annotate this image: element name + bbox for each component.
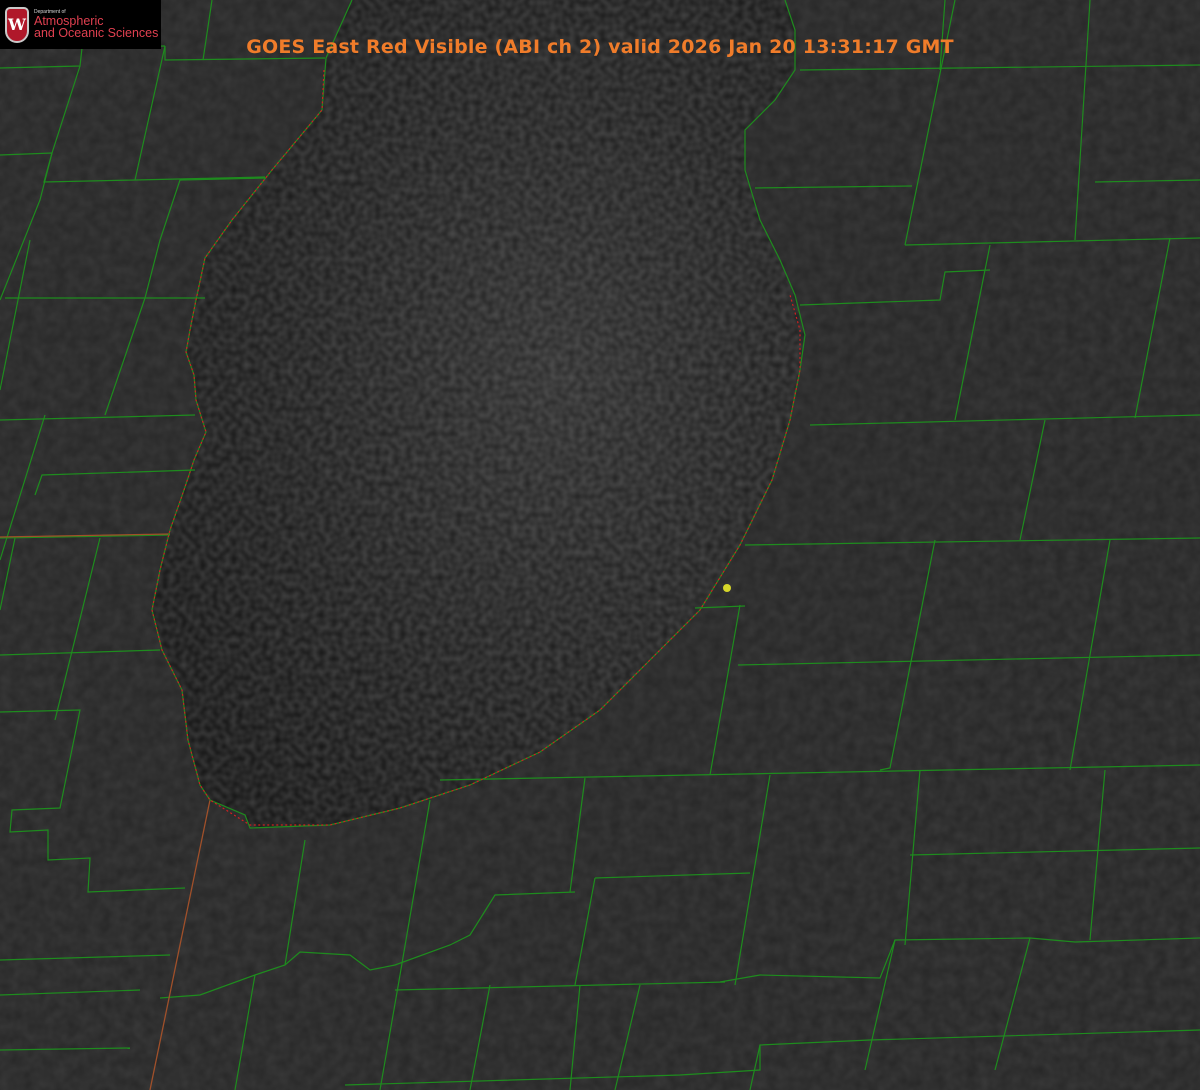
uw-crest-icon: W <box>5 6 29 43</box>
station-marker <box>723 584 731 592</box>
logo-text: Department of Atmospheric and Oceanic Sc… <box>34 9 159 40</box>
logo-name-line2: and Oceanic Sciences <box>34 26 159 40</box>
uw-aos-logo: W Department of Atmospheric and Oceanic … <box>0 0 161 49</box>
satellite-map <box>0 0 1200 1090</box>
